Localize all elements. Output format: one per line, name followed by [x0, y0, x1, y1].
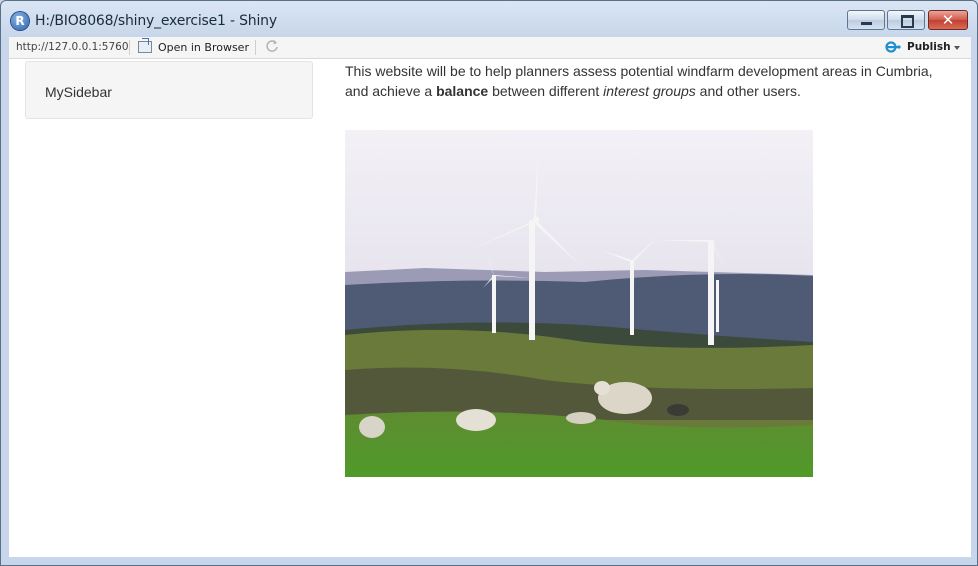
- toolbar-divider: [129, 40, 130, 55]
- sidebar-panel: MySidebar: [25, 61, 313, 119]
- open-in-browser-button[interactable]: Open in Browser: [158, 41, 249, 54]
- title-bar[interactable]: R H:/BIO8068/shiny_exercise1 - Shiny ✕: [1, 1, 977, 37]
- windfarm-photo: [345, 130, 813, 477]
- url-display: http://127.0.0.1:5760: [16, 41, 129, 53]
- intro-italic-text: interest groups: [603, 83, 696, 99]
- maximize-icon: [901, 15, 914, 28]
- close-icon: ✕: [941, 11, 955, 29]
- sidebar-label: MySidebar: [45, 84, 112, 100]
- intro-text-3: and other users.: [695, 83, 801, 99]
- window-title: H:/BIO8068/shiny_exercise1 - Shiny: [35, 13, 277, 29]
- viewer-toolbar: http://127.0.0.1:5760 Open in Browser Pu…: [9, 37, 971, 59]
- close-button[interactable]: ✕: [928, 10, 968, 30]
- r-logo-icon: R: [11, 12, 29, 30]
- intro-bold-text: balance: [436, 83, 489, 99]
- intro-text-2: between different: [488, 83, 604, 99]
- toolbar-divider: [255, 40, 256, 55]
- minimize-button[interactable]: [847, 10, 885, 30]
- app-window: R H:/BIO8068/shiny_exercise1 - Shiny ✕ h…: [0, 0, 978, 566]
- intro-paragraph: This website will be to help planners as…: [345, 61, 955, 101]
- open-in-browser-icon[interactable]: [138, 38, 152, 53]
- chevron-down-icon[interactable]: [954, 46, 960, 50]
- shiny-app-content: MySidebar This website will be to help p…: [9, 59, 971, 557]
- publish-button[interactable]: Publish: [907, 41, 951, 53]
- maximize-button[interactable]: [887, 10, 925, 30]
- minimize-icon: [861, 22, 872, 25]
- publish-icon[interactable]: [885, 41, 901, 53]
- refresh-icon[interactable]: [265, 39, 279, 53]
